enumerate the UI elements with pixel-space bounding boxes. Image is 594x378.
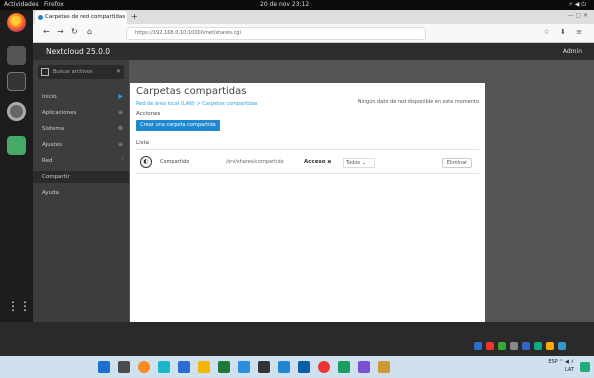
app-icon[interactable] [318,361,330,373]
back-icon[interactable]: ← [43,27,50,36]
search-input[interactable]: Buscar archivos [53,65,93,79]
notification-icon[interactable] [580,362,590,372]
activities-button[interactable]: Actividades [4,0,39,10]
app-icon[interactable] [558,342,566,350]
info-icon: ⁱ [121,157,123,164]
sidebar-item-compartir[interactable]: Compartir [33,171,129,183]
search-icon[interactable] [118,361,130,373]
browser-window: Carpetas de red compartidas + — ▢ ✕ ← → … [33,10,594,322]
url-bar[interactable]: https://192.168.0.10:10000/net/shares.cg… [126,27,426,40]
tab-favicon-icon [38,15,43,20]
app-icon[interactable] [498,342,506,350]
list-heading: Lista [136,140,149,146]
sidebar-item-inicio[interactable]: Inicio ▶ [33,91,129,103]
app-icon[interactable] [218,361,230,373]
active-app-name: Firefox [44,1,64,8]
sidebar-item-ayuda[interactable]: Ayuda [33,187,129,199]
app-icon[interactable] [238,361,250,373]
window-controls[interactable]: — ▢ ✕ [567,12,588,19]
toolbar-icons[interactable]: ☆ ⬇ ≡ [544,28,586,36]
navigation-bar: ← → ↻ ⌂ https://192.168.0.10:10000/net/s… [33,24,594,43]
app-icon[interactable] [510,342,518,350]
reload-icon[interactable]: ↻ [71,27,78,36]
app-icon[interactable] [338,361,350,373]
breadcrumb[interactable]: Red de área local (LAN) > Carpetas compa… [136,101,257,107]
app-icon[interactable] [522,342,530,350]
gear-icon: ⚙ [117,125,123,132]
table-row: ◐ Compartido /srv/shares/compartido Acce… [136,149,479,174]
desktop-tray-icons [470,342,594,354]
tab-bar: Carpetas de red compartidas + — ▢ ✕ [33,10,594,24]
new-tab-button[interactable]: + [131,10,138,24]
access-select[interactable]: Todos ⌄ [343,158,375,168]
sidebar-item-sistema[interactable]: Sistema ⚙ [33,123,129,135]
browser-tab[interactable]: Carpetas de red compartidas [35,11,127,24]
firefox-icon[interactable] [7,13,26,32]
status-note: Ningún dato de red disponible en este mo… [357,99,479,105]
terminal-icon[interactable] [7,72,26,91]
share-path: /srv/shares/compartido [226,159,284,165]
app-logo[interactable]: Nextcloud 25.0.0 [46,43,110,60]
files-icon[interactable] [7,46,26,65]
access-label: Acceso a [304,159,332,165]
add-share-button[interactable]: Crear una carpeta compartida [136,120,220,131]
page-title: Carpetas compartidas [136,86,247,97]
list-icon: ≡ [117,141,123,148]
access-select-value: Todos [346,160,361,166]
sidebar: Buscar archivos ✕ Inicio ▶ Aplicaciones … [33,60,129,322]
disk-icon[interactable] [7,102,26,121]
system-top-bar: Actividades Firefox 20 de nov 23:12 ⚡ ◀ … [0,0,594,10]
mail-icon[interactable] [178,361,190,373]
chevron-down-icon[interactable]: ✕ [116,65,121,79]
sidebar-search[interactable]: Buscar archivos ✕ [38,65,124,79]
content-panel: Carpetas compartidas Red de área local (… [130,83,485,322]
forward-icon[interactable]: → [57,27,64,36]
checkbox-icon[interactable] [41,68,49,76]
sidebar-item-aplicaciones[interactable]: Aplicaciones ≡ [33,107,129,119]
app-icon[interactable] [546,342,554,350]
app-icon[interactable] [378,361,390,373]
folder-icon[interactable] [198,361,210,373]
app-body: Buscar archivos ✕ Inicio ▶ Aplicaciones … [33,60,594,322]
actions-heading: Acciones [136,111,161,117]
host-taskbar: ESP ⌃ ◀ ⚡ LAT [0,356,594,378]
app-icon[interactable] [358,361,370,373]
tab-title: Carpetas de red compartidas [45,14,126,20]
home-icon[interactable]: ⌂ [87,27,92,36]
app-grid-icon[interactable]: ⋮⋮⋮ [7,297,43,316]
windows-start-icon[interactable] [98,361,110,373]
share-folder-icon: ◐ [140,156,152,168]
sidebar-item-red[interactable]: Red ⁱ [33,155,129,167]
browser-icon[interactable] [138,361,150,373]
system-clock[interactable]: 20 de nov 23:12 [260,0,309,10]
delete-share-button[interactable]: Eliminar [442,158,472,168]
sidebar-item-ajustes[interactable]: Ajustes ≡ [33,139,129,151]
app-icon[interactable] [298,361,310,373]
app-icon[interactable] [486,342,494,350]
app-icon[interactable] [278,361,290,373]
app-icon[interactable] [158,361,170,373]
app-icon[interactable] [534,342,542,350]
app-icon[interactable] [258,361,270,373]
user-menu[interactable]: Admin [563,43,582,60]
app-icon[interactable] [474,342,482,350]
share-name[interactable]: Compartido [160,150,189,175]
list-icon: ≡ [117,109,123,116]
trash-icon[interactable] [7,136,26,155]
taskbar-tray[interactable]: ESP ⌃ ◀ ⚡ LAT [548,358,574,374]
app-dock: ⋮⋮⋮ [0,10,43,322]
system-tray-icons[interactable]: ⚡ ◀ ⏻ [569,0,586,10]
arrow-icon: ▶ [118,93,123,100]
app-header: Nextcloud 25.0.0 Admin [33,43,594,60]
